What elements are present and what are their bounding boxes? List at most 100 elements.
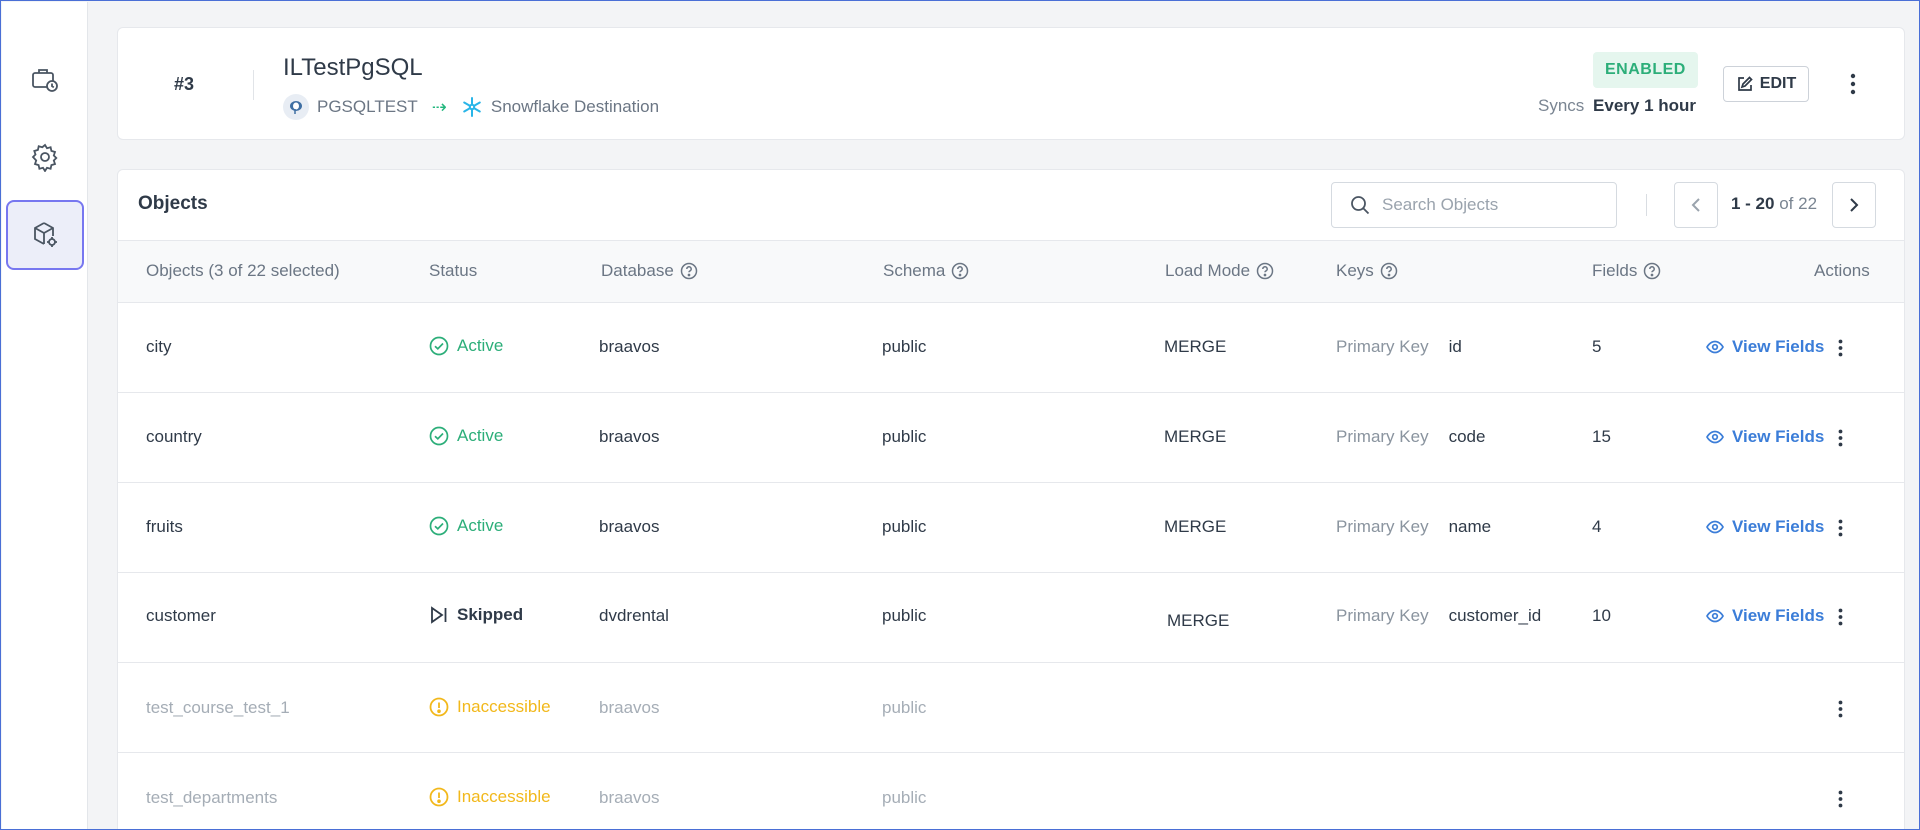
more-options-button[interactable] <box>1838 68 1868 100</box>
sidebar <box>2 2 88 829</box>
row-menu-button[interactable] <box>1828 784 1852 814</box>
key-type: Primary Key <box>1336 337 1429 356</box>
pipeline-route: PGSQLTEST ⇢ Snowflake Destination <box>283 94 659 120</box>
cube-gear-icon <box>34 222 57 247</box>
eye-icon <box>1706 520 1724 534</box>
prev-page-button[interactable] <box>1674 182 1718 228</box>
pagination-range: 1 - 20 <box>1731 194 1775 213</box>
schema-cell: public <box>882 606 927 625</box>
table-row[interactable]: fruits Active braavos public MERGE Prima… <box>118 483 1904 573</box>
status-cell: Inaccessible <box>429 787 551 807</box>
search-box[interactable] <box>1331 182 1617 228</box>
table-row[interactable]: country Active braavos public MERGE Prim… <box>118 393 1904 483</box>
briefcase-clock-icon <box>32 69 58 92</box>
view-fields-link[interactable]: View Fields <box>1706 606 1824 626</box>
table-row[interactable]: city Active braavos public MERGE Primary… <box>118 303 1904 393</box>
help-icon[interactable] <box>680 262 698 280</box>
view-fields-link[interactable]: View Fields <box>1706 427 1824 447</box>
key-type: Primary Key <box>1336 517 1429 536</box>
view-fields-link[interactable]: View Fields <box>1706 517 1824 537</box>
row-menu-button[interactable] <box>1828 513 1852 543</box>
status-cell: Active <box>429 516 503 536</box>
sidebar-item-settings[interactable] <box>6 122 84 192</box>
pipeline-title: ILTestPgSQL <box>283 54 423 81</box>
status-cell: Skipped <box>429 605 523 625</box>
load-mode-cell: MERGE <box>1164 427 1227 446</box>
syncs-label: Syncs <box>1538 96 1585 115</box>
key-value: customer_id <box>1448 606 1542 625</box>
col-schema-label: Schema <box>883 261 946 280</box>
postgresql-icon <box>283 94 309 120</box>
database-cell: braavos <box>599 788 660 807</box>
fields-count: 15 <box>1592 427 1611 446</box>
kebab-icon <box>1838 339 1842 357</box>
edit-label: EDIT <box>1759 75 1797 92</box>
col-keys: Keys <box>1336 261 1398 281</box>
warning-circle-icon <box>429 787 449 807</box>
eye-icon <box>1706 609 1724 623</box>
view-fields-label: View Fields <box>1732 337 1825 356</box>
col-database: Database <box>601 261 698 281</box>
object-name: fruits <box>146 517 183 536</box>
load-mode-cell: MERGE <box>1164 337 1227 356</box>
help-icon[interactable] <box>1643 262 1661 280</box>
skip-forward-icon <box>431 606 447 624</box>
load-mode-cell: MERGE <box>1167 611 1230 630</box>
status-text: Active <box>457 516 504 535</box>
table-row[interactable]: customer Skipped dvdrental public MERGE … <box>118 573 1904 663</box>
row-menu-button[interactable] <box>1828 423 1852 453</box>
check-circle-icon <box>429 336 449 356</box>
status-text: Active <box>457 336 504 355</box>
pipeline-id: #3 <box>174 74 195 94</box>
syncs-value: Every 1 hour <box>1593 96 1697 115</box>
col-actions: Actions <box>1814 261 1870 281</box>
schema-cell: public <box>882 337 927 356</box>
kebab-icon <box>1838 608 1842 626</box>
object-name: country <box>146 427 202 446</box>
view-fields-link[interactable]: View Fields <box>1706 337 1824 357</box>
pagination-total: of 22 <box>1779 194 1818 213</box>
snowflake-icon <box>461 96 483 118</box>
sidebar-item-pipelines[interactable] <box>6 44 84 114</box>
row-menu-button[interactable] <box>1828 694 1852 724</box>
schema-cell: public <box>882 788 927 807</box>
table-row[interactable]: test_course_test_1 Inaccessible braavos … <box>118 663 1904 753</box>
col-load-mode: Load Mode <box>1165 261 1274 281</box>
keys-cell: Primary Key customer_id <box>1336 606 1541 626</box>
status-text: Active <box>457 426 504 445</box>
schema-cell: public <box>882 698 927 717</box>
database-cell: braavos <box>599 427 660 446</box>
col-keys-label: Keys <box>1336 261 1374 280</box>
sidebar-item-objects[interactable] <box>6 200 84 270</box>
kebab-icon <box>1838 700 1842 718</box>
schema-cell: public <box>882 517 927 536</box>
database-cell: dvdrental <box>599 606 669 625</box>
arrow-right-icon: ⇢ <box>431 96 447 117</box>
fields-count: 4 <box>1592 517 1602 536</box>
objects-title: Objects <box>138 193 208 214</box>
keys-cell: Primary Key id <box>1336 337 1462 357</box>
kebab-icon <box>1838 429 1842 447</box>
gear-icon <box>31 143 58 172</box>
app-frame: #3 ILTestPgSQL PGSQLTEST ⇢ Snowflake Des… <box>0 0 1920 830</box>
table-row[interactable]: test_departments Inaccessible braavos pu… <box>118 753 1904 829</box>
destination-name: Snowflake Destination <box>490 97 660 116</box>
edit-button[interactable]: EDIT <box>1723 66 1809 102</box>
help-icon[interactable] <box>1380 262 1398 280</box>
database-cell: braavos <box>599 517 660 536</box>
edit-icon <box>1737 76 1753 91</box>
kebab-icon <box>1850 73 1856 95</box>
chevron-left-icon <box>1691 198 1700 212</box>
status-text: Inaccessible <box>457 787 551 806</box>
row-menu-button[interactable] <box>1828 602 1852 632</box>
help-icon[interactable] <box>951 262 969 280</box>
row-menu-button[interactable] <box>1828 333 1852 363</box>
col-fields: Fields <box>1592 261 1661 281</box>
next-page-button[interactable] <box>1832 182 1876 228</box>
status-text: Skipped <box>457 605 524 624</box>
help-icon[interactable] <box>1256 262 1274 280</box>
search-input[interactable] <box>1382 195 1602 215</box>
status-text: Inaccessible <box>457 697 551 716</box>
check-circle-icon <box>429 516 449 536</box>
col-objects-label: Objects (3 of 22 selected) <box>146 261 340 280</box>
